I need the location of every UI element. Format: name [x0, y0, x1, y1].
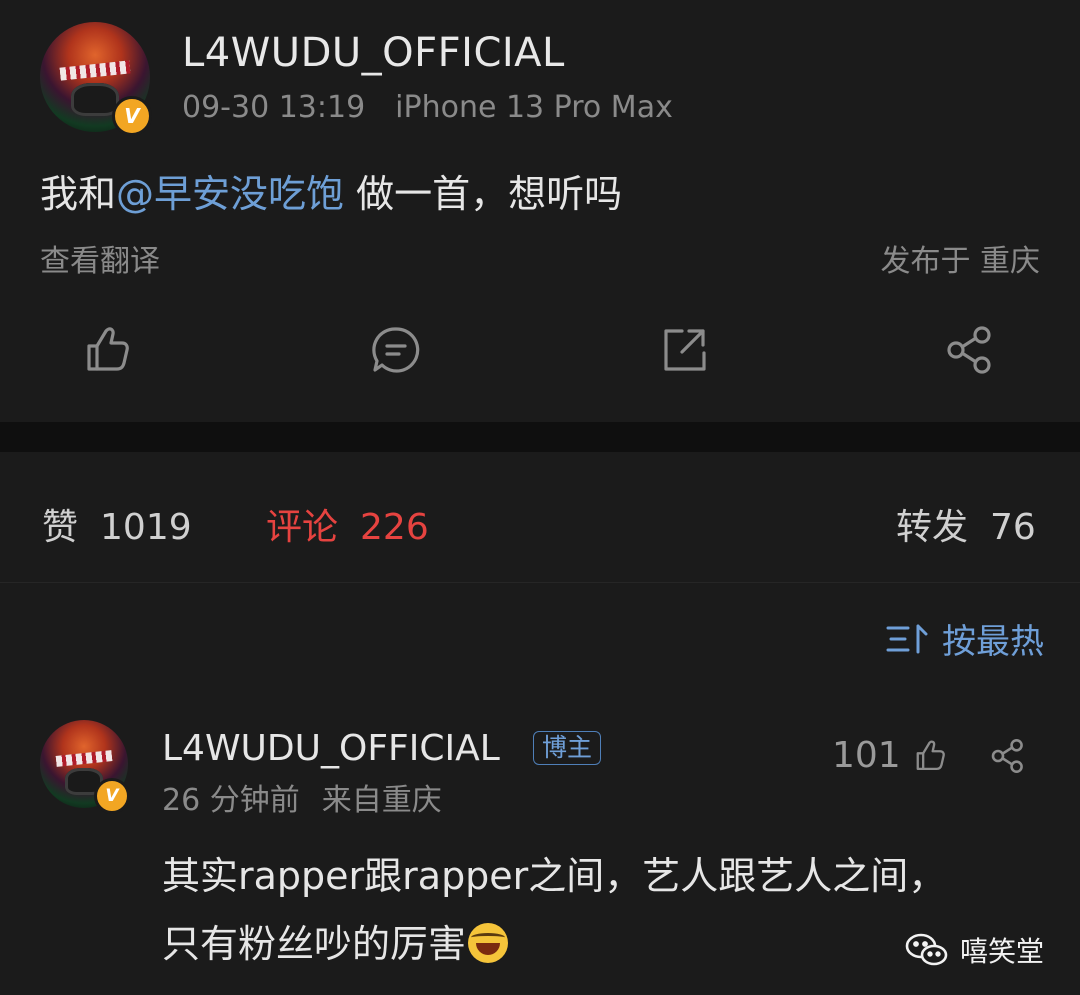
reposts-count: 76 — [990, 507, 1036, 548]
reposts-tab[interactable]: 转发 76 — [896, 498, 1036, 550]
like-button[interactable] — [82, 322, 138, 378]
comment-username[interactable]: L4WUDU_OFFICIAL — [162, 728, 500, 769]
post-meta: 09-30 13:19 iPhone 13 Pro Max — [182, 90, 673, 125]
wechat-icon — [905, 933, 948, 966]
comment-meta: 26 分钟前 来自重庆 — [162, 775, 442, 819]
watermark: 嘻笑堂 — [904, 930, 1044, 970]
thumbs-up-icon — [87, 327, 129, 371]
comment-line-2: 只有粉丝吵的厉害 — [162, 922, 467, 966]
comment-line-1: 其实rapper跟rapper之间，艺人跟艺人之间， — [162, 854, 947, 898]
thumbs-up-icon — [916, 740, 945, 770]
sort-label: 按最热 — [942, 622, 1044, 662]
mention-link[interactable]: @早安没吃饱 — [116, 172, 344, 216]
laugh-cry-emoji-icon — [468, 923, 509, 963]
comment-location: 来自重庆 — [321, 783, 442, 818]
repost-icon — [664, 329, 706, 371]
section-divider — [0, 422, 1080, 452]
post-time: 09-30 13:19 — [182, 90, 366, 125]
post-content: 我和@早安没吃饱 做一首，想听吗 — [40, 163, 622, 218]
share-button[interactable] — [942, 322, 998, 378]
stats-bar: 赞 1019 评论 226 转发 76 — [0, 452, 1080, 583]
comments-tab[interactable]: 评论 226 — [266, 498, 429, 550]
comments-count: 226 — [360, 507, 429, 548]
content-suffix: 做一首，想听吗 — [344, 172, 623, 216]
verified-badge: V — [112, 96, 152, 136]
likes-count: 1019 — [100, 507, 192, 548]
content-prefix: 我和 — [40, 172, 117, 216]
comment-verified-badge: V — [94, 778, 130, 814]
likes-tab[interactable]: 赞 1019 — [42, 498, 192, 550]
post-card: V L4WUDU_OFFICIAL 09-30 13:19 iPhone 13 P… — [0, 0, 1080, 422]
repost-button[interactable] — [656, 322, 712, 378]
post-username[interactable]: L4WUDU_OFFICIAL — [182, 30, 565, 76]
comment-time: 26 分钟前 — [162, 783, 300, 818]
sort-icon — [886, 624, 928, 653]
comment-like-button[interactable]: 101 — [832, 735, 951, 776]
share-icon — [947, 326, 991, 374]
comment-share-button[interactable] — [988, 736, 1028, 780]
post-device: iPhone 13 Pro Max — [395, 90, 673, 125]
comment-icon — [372, 327, 420, 373]
comment-like-count: 101 — [832, 735, 901, 776]
watermark-label: 嘻笑堂 — [959, 935, 1044, 968]
blogger-badge: 博主 — [533, 731, 602, 765]
translate-link[interactable]: 查看翻译 — [40, 236, 160, 280]
sort-toggle[interactable]: 按最热 — [886, 614, 1044, 663]
likes-label: 赞 — [42, 507, 79, 548]
reposts-label: 转发 — [896, 507, 969, 548]
post-location: 发布于 重庆 — [880, 244, 1040, 279]
share-icon — [991, 739, 1023, 773]
comments-label: 评论 — [266, 507, 339, 548]
comment-button[interactable] — [368, 322, 424, 378]
